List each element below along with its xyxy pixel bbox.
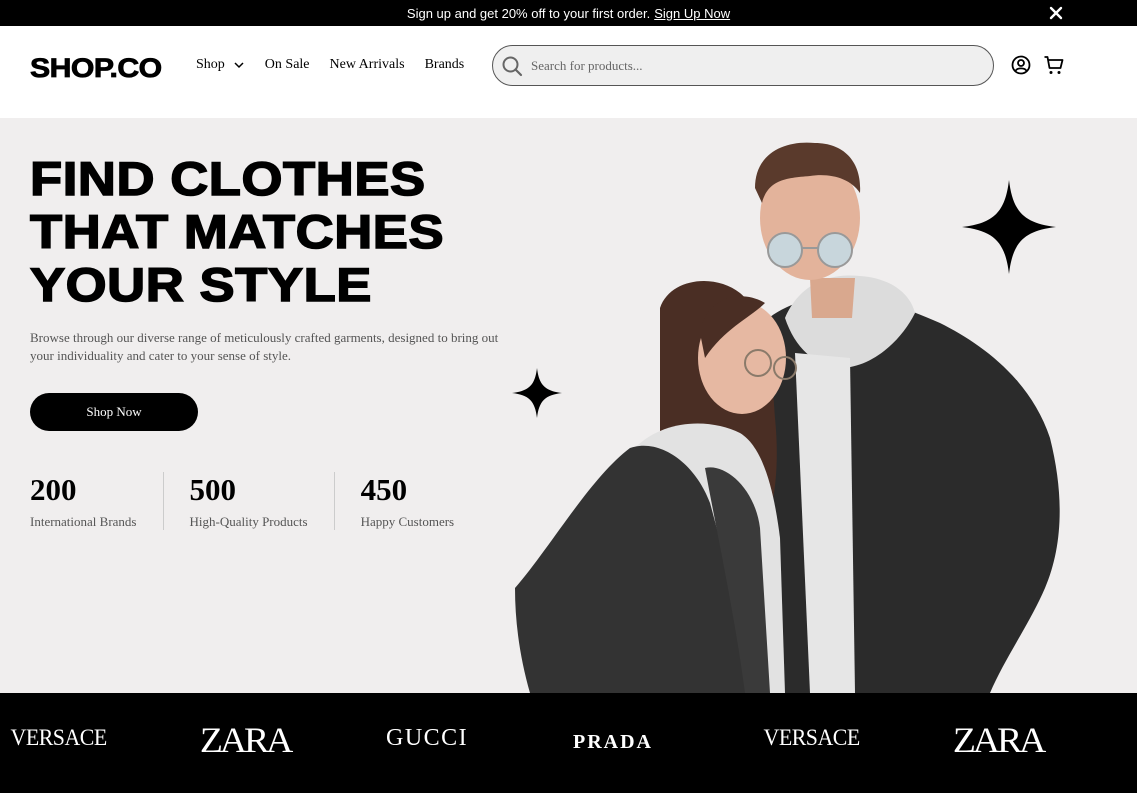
search-bar [492, 45, 994, 86]
announcement-bar: Sign up and get 20% off to your first or… [0, 0, 1137, 26]
brand-logo[interactable]: VERSACE [11, 725, 108, 751]
stat-brands: 200 International Brands [30, 472, 163, 530]
stat-value: 200 [30, 472, 77, 507]
stat-customers: 450 Happy Customers [333, 472, 481, 530]
cart-icon[interactable] [1043, 54, 1065, 76]
shop-now-button[interactable]: Shop Now [30, 393, 198, 431]
brand-logo[interactable]: ZARA [200, 719, 293, 761]
user-icon[interactable] [1010, 54, 1032, 76]
nav-on-sale[interactable]: On Sale [265, 57, 310, 73]
nav-new-arrivals[interactable]: New Arrivals [330, 57, 405, 73]
stat-label: International Brands [30, 514, 137, 529]
stat-value: 500 [189, 472, 237, 507]
stat-label: Happy Customers [360, 514, 455, 529]
site-header: SHOP.CO Shop On Sale New Arrivals Brands [0, 26, 1137, 118]
search-input[interactable] [531, 57, 971, 74]
hero-description: Browse through our diverse range of meti… [30, 330, 499, 363]
nav-brands[interactable]: Brands [425, 57, 465, 73]
brand-logo[interactable]: PRADA [573, 731, 653, 754]
hero-title-line: FIND CLOTHES [29, 151, 426, 206]
hero-section: FIND CLOTHES THAT MATCHES YOUR STYLE Bro… [0, 118, 1137, 693]
logo[interactable]: SHOP.CO [30, 53, 163, 84]
search-icon [502, 56, 523, 76]
nav-shop[interactable]: Shop [196, 57, 245, 73]
hero-title-line: YOUR STYLE [29, 257, 372, 312]
brand-logo[interactable]: VERSACE [764, 725, 861, 751]
stat-label: High-Quality Products [189, 514, 308, 529]
brand-logo[interactable]: GUCCI [386, 725, 468, 752]
main-nav: Shop On Sale New Arrivals Brands [196, 57, 484, 73]
close-icon[interactable] [1047, 4, 1065, 22]
stat-value: 450 [360, 472, 408, 507]
stat-products: 500 High-Quality Products [162, 472, 334, 530]
sign-up-link[interactable]: Sign Up Now [654, 6, 730, 21]
brand-logo[interactable]: ZARA [953, 719, 1046, 761]
promo-text: Sign up and get 20% off to your first or… [406, 5, 651, 21]
brand-strip: VERSACE ZARA GUCCI PRADA VERSACE ZARA [0, 693, 1137, 793]
stats: 200 International Brands 500 High-Qualit… [30, 472, 480, 530]
hero-title-line: THAT MATCHES [29, 204, 445, 259]
nav-shop-label: Shop [196, 57, 225, 72]
hero-title: FIND CLOTHES THAT MATCHES YOUR STYLE [29, 151, 590, 312]
chevron-down-icon [234, 62, 244, 69]
hero-models-image [515, 142, 1060, 693]
